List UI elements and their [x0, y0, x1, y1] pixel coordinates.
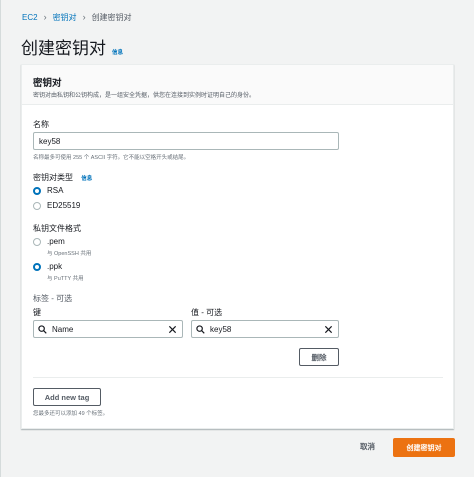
- name-input[interactable]: key58: [33, 132, 339, 150]
- add-new-tag-button[interactable]: Add new tag: [33, 388, 101, 406]
- radio-ed25519-label: ED25519: [47, 201, 81, 210]
- search-icon: [38, 324, 47, 334]
- breadcrumb-key-pairs[interactable]: 密钥对: [53, 12, 77, 23]
- radio-unselected-icon: [33, 201, 41, 210]
- tag-value-label: 值 - 可选: [191, 308, 223, 317]
- radio-ppk[interactable]: .ppk: [33, 262, 62, 271]
- pem-hint: 与 OpenSSH 共用: [47, 251, 92, 257]
- radio-selected-icon: [33, 186, 41, 195]
- tag-key-value: Name: [52, 324, 74, 334]
- remove-tag-button[interactable]: 删除: [299, 348, 339, 366]
- panel-header: 密钥对 密钥对由私钥和公钥构成，是一组安全凭据，供您在连接到实例时证明自己的身份…: [22, 65, 453, 105]
- radio-rsa[interactable]: RSA: [33, 186, 63, 195]
- name-input-value: key58: [39, 136, 61, 146]
- breadcrumb-current: 创建密钥对: [91, 12, 132, 22]
- radio-pem-label: .pem: [47, 237, 65, 246]
- key-pair-panel: 密钥对 密钥对由私钥和公钥构成，是一组安全凭据，供您在连接到实例时证明自己的身份…: [21, 64, 454, 429]
- cancel-button[interactable]: 取消: [360, 441, 375, 452]
- key-type-label-text: 密钥对类型: [33, 173, 73, 182]
- radio-pem[interactable]: .pem: [33, 237, 65, 246]
- radio-selected-icon: [33, 262, 41, 271]
- close-icon[interactable]: [168, 325, 177, 334]
- breadcrumb-ec2[interactable]: EC2: [22, 13, 38, 22]
- chevron-right-icon: ›: [82, 12, 86, 22]
- radio-rsa-label: RSA: [47, 186, 64, 195]
- tag-value-value: key58: [210, 324, 232, 334]
- tag-value-input[interactable]: key58: [191, 320, 339, 338]
- search-icon: [196, 324, 205, 334]
- close-icon[interactable]: [324, 325, 333, 334]
- name-label: 名称: [33, 120, 49, 129]
- panel-description: 密钥对由私钥和公钥构成，是一组安全凭据，供您在连接到实例时证明自己的身份。: [33, 93, 256, 99]
- page-header: 创建密钥对 信息: [21, 34, 123, 59]
- tag-key-input[interactable]: Name: [33, 320, 183, 338]
- page-title: 创建密钥对: [21, 39, 106, 58]
- tags-label: 标签 - 可选: [33, 294, 73, 303]
- key-type-label: 密钥对类型 信息: [33, 172, 92, 183]
- radio-ed25519[interactable]: ED25519: [33, 201, 80, 210]
- panel-title: 密钥对: [33, 78, 62, 89]
- key-type-info-link[interactable]: 信息: [81, 176, 92, 182]
- radio-ppk-label: .ppk: [47, 262, 63, 271]
- radio-unselected-icon: [33, 237, 41, 246]
- ppk-hint: 与 PuTTY 共用: [47, 276, 84, 282]
- name-hint: 名称最多可使用 255 个 ASCII 字符。它不能以空格开头或结尾。: [33, 155, 190, 161]
- tag-key-label: 键: [33, 308, 41, 317]
- file-format-label: 私钥文件格式: [33, 224, 81, 233]
- chevron-right-icon: ›: [43, 12, 47, 22]
- page-info-link[interactable]: 信息: [112, 48, 123, 56]
- divider: [33, 377, 443, 378]
- breadcrumb: EC2 › 密钥对 › 创建密钥对: [22, 11, 132, 23]
- create-key-pair-button[interactable]: 创建密钥对: [393, 438, 455, 457]
- tags-hint: 您最多还可以添加 49 个标签。: [33, 411, 109, 417]
